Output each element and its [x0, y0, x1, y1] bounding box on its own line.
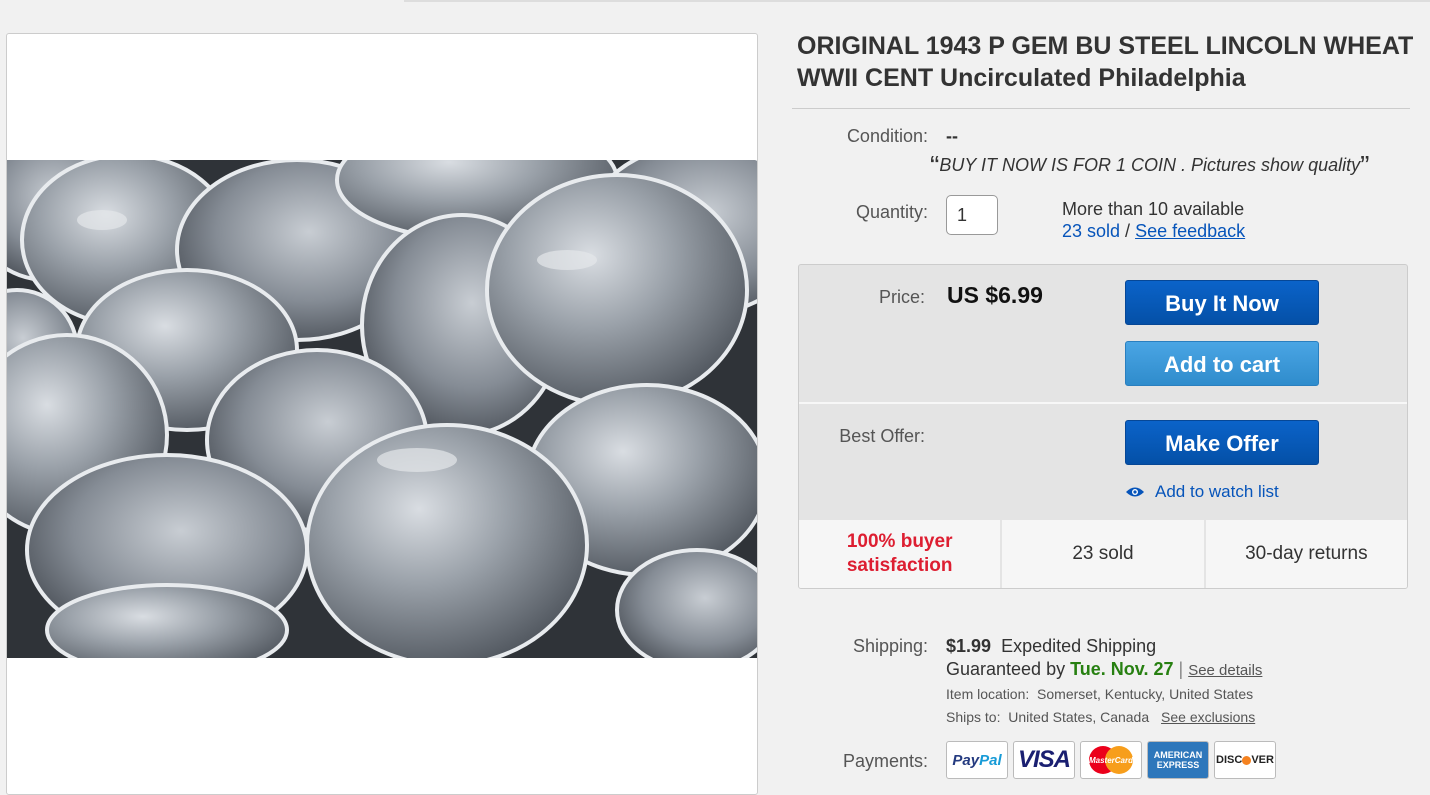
paypal-logo: Pay Pal: [946, 741, 1008, 779]
best-offer-label: Best Offer:: [839, 426, 925, 446]
see-details-link[interactable]: See details: [1188, 662, 1262, 679]
see-feedback-link[interactable]: See feedback: [1135, 221, 1245, 241]
guarantee-date: Tue. Nov. 27: [1070, 659, 1174, 679]
open-quote: “: [930, 150, 940, 181]
item-location-label: Item location:: [946, 686, 1030, 702]
price-value: US $6.99: [947, 282, 1043, 308]
ships-to-line: Ships to: United States, Canada See excl…: [946, 709, 1255, 725]
sold-feedback-line: 23 sold / See feedback: [1062, 221, 1245, 242]
satisfaction-line1: 100% buyer: [846, 531, 953, 552]
item-location-line: Item location: Somerset, Kentucky, Unite…: [946, 686, 1253, 702]
watch-label: Add to watch list: [1155, 482, 1279, 501]
buyer-satisfaction-stat: 100% buyer satisfaction: [799, 520, 1003, 588]
mastercard-logo: MasterCard: [1080, 741, 1142, 779]
condition-note: “BUY IT NOW IS FOR 1 COIN . Pictures sho…: [930, 150, 1369, 182]
condition-value: --: [946, 126, 958, 146]
condition-note-text: BUY IT NOW IS FOR 1 COIN . Pictures show…: [939, 155, 1361, 175]
make-offer-button[interactable]: Make Offer: [1125, 420, 1319, 465]
shipping-method: Expedited Shipping: [1001, 636, 1157, 656]
guarantee-line: Guaranteed by Tue. Nov. 27 | See details: [946, 659, 1262, 680]
returns-stat: 30-day returns: [1205, 520, 1407, 588]
stats-bar: 100% buyer satisfaction 23 sold 30-day re…: [799, 520, 1407, 588]
price-label: Price:: [878, 287, 925, 307]
pipe: |: [1178, 659, 1184, 679]
close-quote: ”: [1360, 150, 1370, 181]
quantity-input[interactable]: [946, 195, 998, 235]
see-exclusions-link[interactable]: See exclusions: [1161, 709, 1255, 725]
sold-count-link[interactable]: 23 sold: [1062, 221, 1120, 241]
buy-it-now-button[interactable]: Buy It Now: [1125, 280, 1319, 325]
shipping-cost-line: $1.99 Expedited Shipping: [946, 636, 1156, 657]
satisfaction-line2: satisfaction: [846, 555, 953, 576]
coin-photo[interactable]: [7, 160, 757, 658]
eye-icon: [1126, 487, 1144, 497]
ships-to: United States, Canada: [1008, 709, 1150, 725]
add-to-watch-list-link[interactable]: Add to watch list: [1125, 482, 1279, 502]
svg-text:MasterCard: MasterCard: [1089, 756, 1134, 765]
separator: /: [1120, 221, 1136, 241]
guarantee-prefix: Guaranteed by: [946, 659, 1066, 679]
image-panel[interactable]: [6, 33, 758, 795]
title-divider: [792, 108, 1410, 109]
buy-box: Price: US $6.99 Buy It Now Add to cart B…: [798, 264, 1408, 589]
visa-logo: VISA: [1013, 741, 1075, 779]
shipping-label: Shipping:: [852, 636, 928, 656]
listing-title: ORIGINAL 1943 P GEM BU STEEL LINCOLN WHE…: [797, 32, 1414, 92]
ships-to-label: Ships to:: [946, 709, 1001, 725]
top-divider: [404, 0, 1430, 2]
item-location: Somerset, Kentucky, United States: [1037, 686, 1254, 702]
american-express-logo: AMERICAN EXPRESS: [1147, 741, 1209, 779]
buybox-divider: [799, 402, 1407, 404]
discover-logo: DISC VER: [1214, 741, 1276, 779]
availability-text: More than 10 available: [1062, 199, 1245, 219]
payments-label: Payments:: [842, 751, 928, 771]
add-to-cart-button[interactable]: Add to cart: [1125, 341, 1319, 386]
sold-stat: 23 sold: [1002, 520, 1206, 588]
quantity-label: Quantity:: [855, 202, 928, 222]
shipping-cost: $1.99: [946, 636, 992, 656]
condition-label: Condition:: [846, 126, 928, 146]
